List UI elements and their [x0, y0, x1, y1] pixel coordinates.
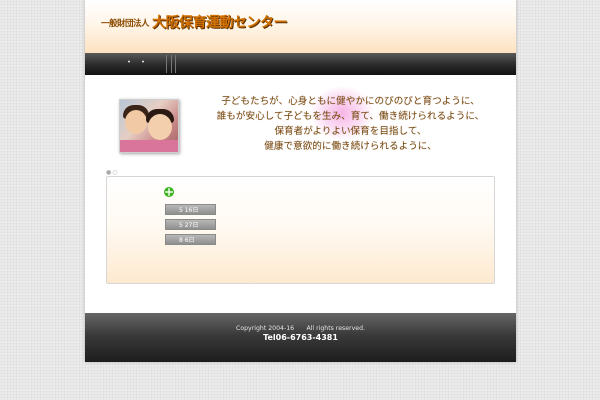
- mission-line-1: 子どもたちが、心身ともに健やかにのびのびと育つように、: [221, 96, 480, 107]
- clover-icon: [164, 187, 174, 197]
- photo-face-left: [125, 110, 147, 134]
- news-item-button[interactable]: 5 16日: [165, 204, 216, 215]
- logo-org-name: 大阪保育運動センター: [152, 15, 288, 31]
- mission-line-2: 誰もが安心して子どもを生み、育て、働き続けられるように、: [216, 111, 485, 122]
- copyright-text: Copyright 2004-16 All rights reserved.: [236, 325, 365, 332]
- mission-line-3: 保育者がよりよい保育を目指して、: [274, 126, 427, 137]
- photo-shirt: [120, 140, 178, 152]
- nav-item-2[interactable]: ・: [136, 53, 150, 75]
- news-item-button[interactable]: 5 27日: [165, 219, 216, 230]
- main-nav-bar: ・ ・: [85, 53, 516, 75]
- nav-separator: [166, 55, 167, 73]
- mission-statement: 子どもたちが、心身ともに健やかにのびのびと育つように、 誰もが安心して子どもを生…: [193, 94, 508, 154]
- news-panel: 5 16日 5 27日 8 6日: [106, 176, 495, 284]
- mission-line-4: 健康で意欲的に働き続けられるように、: [264, 141, 437, 152]
- phone-number[interactable]: Tel06-6763-4381: [85, 333, 516, 342]
- site-footer: Copyright 2004-16 All rights reserved. T…: [85, 313, 516, 362]
- site-logo[interactable]: 一般財団法人 大阪保育運動センター: [101, 12, 288, 32]
- hero-banner: 子どもたちが、心身ともに健やかにのびのびと育つように、 誰もが安心して子どもを生…: [85, 75, 516, 167]
- photo-face-right: [148, 114, 172, 140]
- page-container: 一般財団法人 大阪保育運動センター ・ ・ 子どもたちが、心身ともに健やかにのびの…: [85, 0, 516, 362]
- nav-item-1[interactable]: ・: [122, 53, 136, 75]
- slider-pager[interactable]: ●○: [106, 169, 118, 176]
- children-photo: [119, 99, 179, 153]
- nav-separator: [175, 55, 176, 73]
- nav-separator: [171, 55, 172, 73]
- site-header: 一般財団法人 大阪保育運動センター: [85, 0, 516, 53]
- logo-org-prefix: 一般財団法人: [101, 19, 150, 29]
- news-item-button[interactable]: 8 6日: [165, 234, 216, 245]
